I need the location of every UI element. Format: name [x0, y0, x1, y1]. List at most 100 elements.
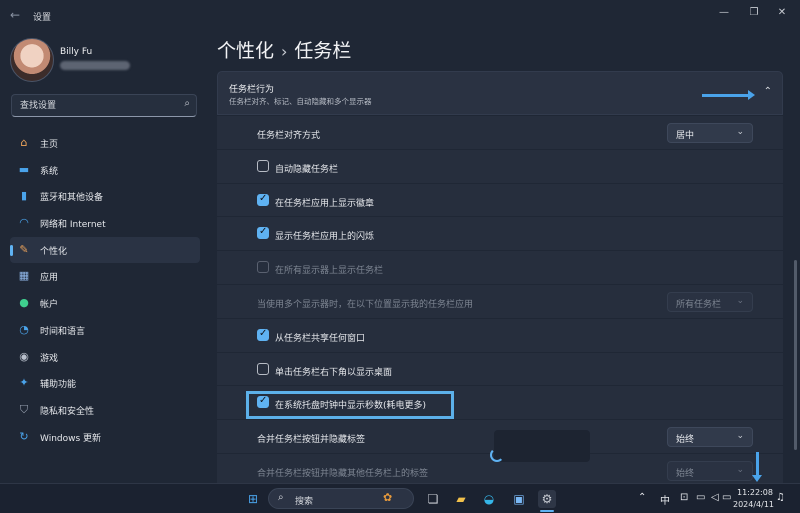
task-view-icon[interactable]: ❏ [424, 490, 442, 508]
setting-row-auto-hide[interactable]: 自动隐藏任务栏 [217, 149, 783, 184]
setting-row-badges[interactable]: 在任务栏应用上显示徽章 [217, 183, 783, 218]
input-mode-icon[interactable]: ⊡ [680, 492, 688, 503]
taskbar-behaviors-header[interactable]: 任务栏行为 任务栏对齐、标记、自动隐藏和多个显示器 ⌃ [217, 71, 783, 115]
sidebar-item-accounts[interactable]: ● 帐户 [10, 290, 200, 317]
sidebar-item-accessibility[interactable]: ✦ 辅助功能 [10, 370, 200, 397]
setting-row-flashing[interactable]: 显示任务栏应用上的闪烁 [217, 217, 783, 252]
globe-clock-icon: ◔ [19, 322, 29, 336]
user-name: Billy Fu [60, 47, 93, 57]
row-label: 合并任务栏按钮并隐藏其他任务栏上的标签 [257, 468, 429, 479]
ime-indicator[interactable]: 中 [660, 492, 670, 507]
brush-icon: ✎ [19, 242, 29, 256]
search-icon[interactable]: ⌕ [184, 98, 190, 109]
combine-other-dropdown: 始终 ⌄ [667, 460, 753, 481]
settings-gear-icon[interactable]: ⚙ [538, 490, 556, 508]
scrollbar[interactable] [794, 260, 797, 450]
annotation-highlight-box [246, 391, 454, 419]
person-icon: ● [19, 296, 29, 310]
chevron-down-icon: ⌄ [736, 464, 744, 475]
sidebar-item-apps[interactable]: ▦ 应用 [10, 263, 200, 290]
back-arrow-icon[interactable]: ← [10, 8, 24, 22]
volume-icon[interactable]: ◁ [711, 492, 719, 503]
app-title: 设置 [33, 13, 52, 23]
sidebar-item-windows-update[interactable]: ↻ Windows 更新 [10, 424, 200, 451]
taskbar: ⊞ ⌕ 搜索 ✿ ❏ ▰ ◒ ▣ ⚙ ⌃ 中 ⊡ ▭ ◁ ▭ 11:22:08 … [0, 483, 800, 513]
windows-start-icon[interactable]: ⊞ [244, 490, 262, 508]
setting-row-share-window[interactable]: 从任务栏共享任何窗口 [217, 318, 783, 353]
sidebar-item-label: 应用 [40, 273, 59, 284]
bluetooth-icon: ▮ [20, 189, 28, 203]
sidebar-item-label: 蓝牙和其他设备 [40, 193, 104, 204]
minimize-icon[interactable]: — [714, 5, 734, 21]
settings-search[interactable]: ⌕ [11, 94, 197, 117]
section-title: 任务栏行为 [229, 85, 275, 95]
badges-checkbox[interactable] [257, 193, 269, 206]
row-label: 当使用多个显示器时，在以下位置显示我的任务栏应用 [257, 299, 474, 310]
chevron-up-icon[interactable]: ⌃ [764, 86, 772, 97]
sidebar-item-label: 游戏 [40, 353, 59, 364]
combine-buttons-dropdown[interactable]: 始终 ⌄ [667, 427, 753, 448]
gamepad-icon: ◉ [19, 349, 29, 363]
alignment-dropdown[interactable]: 居中 ⌄ [667, 123, 753, 143]
store-icon[interactable]: ▣ [510, 490, 528, 508]
setting-row-alignment: 任务栏对齐方式 居中 ⌄ [217, 116, 783, 150]
wifi-icon: ◠ [19, 216, 29, 230]
taskbar-search[interactable]: ⌕ 搜索 ✿ [268, 488, 414, 509]
row-label: 显示任务栏应用上的闪烁 [275, 232, 375, 243]
sidebar-item-label: 系统 [40, 166, 59, 177]
row-label: 任务栏对齐方式 [257, 131, 321, 141]
network-icon[interactable]: ▭ [696, 492, 705, 503]
battery-icon[interactable]: ▭ [722, 492, 731, 503]
sidebar-item-gaming[interactable]: ◉ 游戏 [10, 344, 200, 371]
tooltip-popup [494, 430, 590, 462]
breadcrumb-parent[interactable]: 个性化 [217, 40, 274, 62]
sidebar-nav: ⌂ 主页 ▬ 系统 ▮ 蓝牙和其他设备 ◠ 网络和 Internet ✎ 个性化… [10, 130, 200, 450]
chevron-down-icon: ⌄ [736, 127, 744, 137]
sidebar-item-bluetooth[interactable]: ▮ 蓝牙和其他设备 [10, 183, 200, 210]
file-explorer-icon[interactable]: ▰ [452, 490, 470, 508]
chevron-down-icon: ⌄ [736, 295, 744, 306]
sidebar-item-privacy[interactable]: ⛉ 隐私和安全性 [10, 397, 200, 424]
notification-bell-icon[interactable]: ♫ [776, 492, 785, 503]
flashing-checkbox[interactable] [257, 226, 269, 240]
breadcrumb-separator: › [281, 42, 288, 61]
clock-time[interactable]: 11:22:08 [737, 488, 773, 497]
sidebar-item-personalization[interactable]: ✎ 个性化 [10, 236, 200, 264]
apps-icon: ▦ [18, 269, 30, 283]
home-icon: ⌂ [20, 136, 28, 149]
show-desktop-checkbox[interactable] [257, 362, 269, 375]
search-input[interactable] [18, 98, 172, 114]
row-label: 自动隐藏任务栏 [275, 164, 339, 175]
setting-row-multi-display-apps: 当使用多个显示器时，在以下位置显示我的任务栏应用 所有任务栏 ⌄ [217, 284, 783, 319]
sidebar-item-home[interactable]: ⌂ 主页 [10, 130, 200, 157]
sidebar-item-time-language[interactable]: ◔ 时间和语言 [10, 317, 200, 344]
row-label: 在任务栏应用上显示徽章 [275, 198, 375, 209]
sidebar-item-label: 帐户 [40, 300, 59, 311]
sidebar-item-label: Windows 更新 [40, 433, 102, 444]
auto-hide-checkbox[interactable] [257, 159, 269, 172]
shield-icon: ⛉ [19, 402, 29, 416]
clock-date[interactable]: 2024/4/11 [733, 500, 774, 509]
monitor-icon: ▬ [18, 162, 30, 176]
search-icon: ⌕ [278, 492, 284, 503]
update-icon: ↻ [19, 429, 29, 443]
sidebar-item-network[interactable]: ◠ 网络和 Internet [10, 210, 200, 237]
sidebar-item-label: 辅助功能 [40, 380, 77, 391]
close-icon[interactable]: ✕ [772, 5, 792, 21]
maximize-icon[interactable]: ❐ [744, 5, 764, 21]
edge-browser-icon[interactable]: ◒ [480, 490, 498, 508]
title-bar: ← 设置 — ❐ ✕ [0, 0, 800, 30]
multi-display-dropdown: 所有任务栏 ⌄ [667, 291, 753, 312]
share-window-checkbox[interactable] [257, 328, 269, 341]
section-subtitle: 任务栏对齐、标记、自动隐藏和多个显示器 [229, 97, 372, 106]
setting-row-show-desktop[interactable]: 单击任务栏右下角以显示桌面 [217, 352, 783, 387]
annotation-arrow-down [752, 452, 762, 482]
annotation-arrow-right [702, 90, 755, 100]
chevron-down-icon: ⌄ [736, 431, 744, 442]
all-displays-checkbox [257, 261, 269, 274]
active-app-indicator [540, 510, 554, 512]
avatar [10, 38, 54, 82]
dropdown-value: 始终 [676, 468, 695, 479]
chevron-up-icon[interactable]: ⌃ [638, 492, 646, 503]
sidebar-item-system[interactable]: ▬ 系统 [10, 157, 200, 184]
